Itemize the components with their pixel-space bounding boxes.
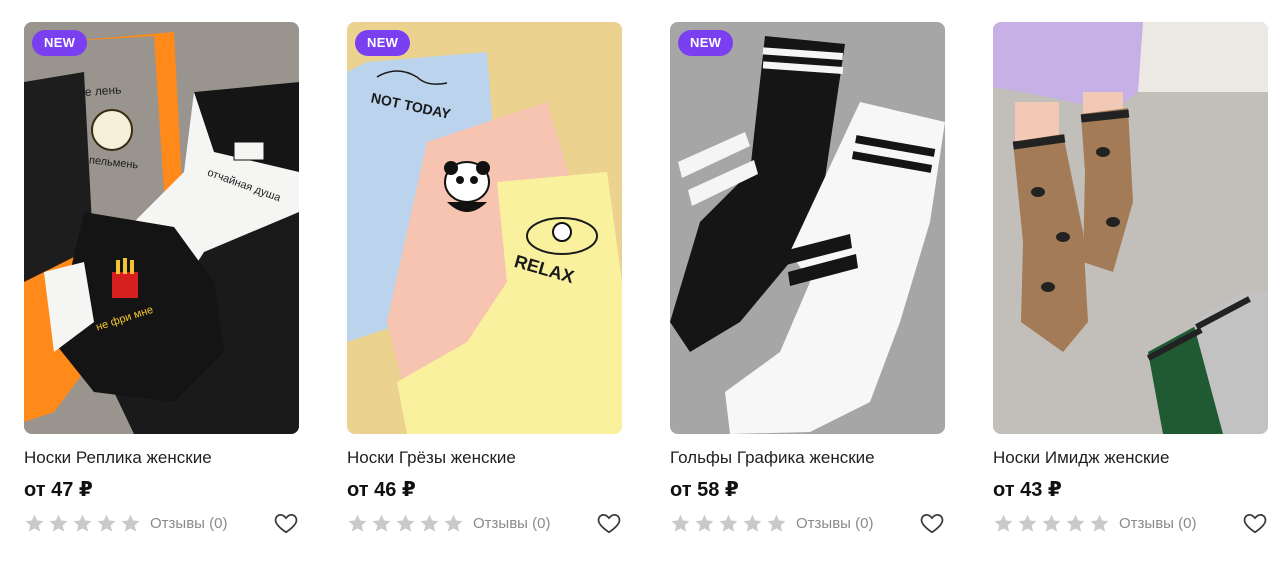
star-icon bbox=[121, 514, 140, 532]
product-price: от 47 ₽ bbox=[24, 479, 93, 501]
product-image[interactable]: NEW bbox=[670, 22, 945, 434]
product-price: от 43 ₽ bbox=[993, 479, 1062, 501]
product-meta: Отзывы (0) bbox=[993, 510, 1268, 536]
star-icon bbox=[420, 514, 439, 532]
product-price: от 46 ₽ bbox=[347, 479, 416, 501]
star-icon bbox=[695, 514, 714, 532]
product-meta: Отзывы (0) bbox=[670, 510, 945, 536]
heart-outline-icon[interactable] bbox=[273, 510, 299, 536]
rating-stars bbox=[347, 513, 464, 534]
reviews-link[interactable]: Отзывы (0) bbox=[796, 515, 873, 532]
new-badge: NEW bbox=[355, 30, 411, 56]
heart-outline-icon[interactable] bbox=[919, 510, 945, 536]
rating-stars bbox=[24, 513, 141, 534]
product-title[interactable]: Гольфы Графика женские bbox=[670, 448, 945, 468]
star-icon bbox=[1042, 514, 1061, 532]
heart-outline-icon[interactable] bbox=[596, 510, 622, 536]
new-badge: NEW bbox=[32, 30, 88, 56]
product-grid: мне лень я пельмень отчайная душа не фри… bbox=[24, 22, 1268, 536]
product-title[interactable]: Носки Имидж женские bbox=[993, 448, 1268, 468]
product-meta: Отзывы (0) bbox=[24, 510, 299, 536]
star-icon bbox=[1066, 514, 1085, 532]
new-badge: NEW bbox=[678, 30, 734, 56]
product-card[interactable]: мне лень я пельмень отчайная душа не фри… bbox=[24, 22, 299, 536]
product-title[interactable]: Носки Реплика женские bbox=[24, 448, 299, 468]
product-image[interactable]: мне лень я пельмень отчайная душа не фри… bbox=[24, 22, 299, 434]
star-icon bbox=[1018, 514, 1037, 532]
star-icon bbox=[1090, 514, 1109, 532]
rating-stars bbox=[993, 513, 1110, 534]
star-icon bbox=[743, 514, 762, 532]
star-icon bbox=[49, 514, 68, 532]
heart-outline-icon[interactable] bbox=[1242, 510, 1268, 536]
rating-stars bbox=[670, 513, 787, 534]
product-title[interactable]: Носки Грёзы женские bbox=[347, 448, 622, 468]
star-icon bbox=[396, 514, 415, 532]
star-icon bbox=[767, 514, 786, 532]
product-price: от 58 ₽ bbox=[670, 479, 739, 501]
star-icon bbox=[994, 514, 1013, 532]
star-icon bbox=[25, 514, 44, 532]
product-card[interactable]: Носки Имидж женские от 43 ₽ Отзывы (0) bbox=[993, 22, 1268, 536]
product-card[interactable]: NOT TODAY RELAX NEW Носки Грёзы женские … bbox=[347, 22, 622, 536]
star-icon bbox=[372, 514, 391, 532]
star-icon bbox=[444, 514, 463, 532]
product-image[interactable]: NOT TODAY RELAX NEW bbox=[347, 22, 622, 434]
star-icon bbox=[73, 514, 92, 532]
reviews-link[interactable]: Отзывы (0) bbox=[473, 515, 550, 532]
star-icon bbox=[97, 514, 116, 532]
reviews-link[interactable]: Отзывы (0) bbox=[150, 515, 227, 532]
product-card[interactable]: NEW Гольфы Графика женские от 58 ₽ Отзыв… bbox=[670, 22, 945, 536]
star-icon bbox=[671, 514, 690, 532]
product-image[interactable] bbox=[993, 22, 1268, 434]
star-icon bbox=[348, 514, 367, 532]
product-meta: Отзывы (0) bbox=[347, 510, 622, 536]
star-icon bbox=[719, 514, 738, 532]
reviews-link[interactable]: Отзывы (0) bbox=[1119, 515, 1196, 532]
